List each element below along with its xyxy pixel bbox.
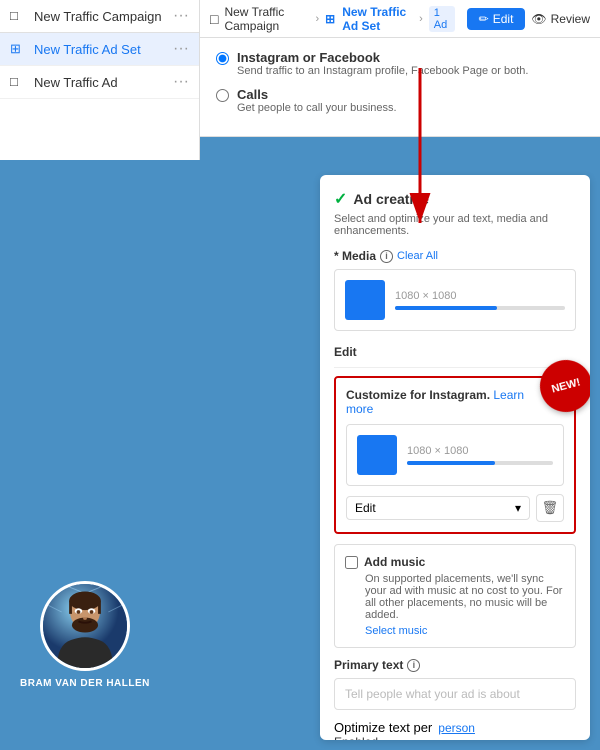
sidebar-adset-label: New Traffic Ad Set [34, 42, 141, 57]
campaign-more-button[interactable]: ··· [173, 8, 189, 24]
media-thumbnail [345, 280, 385, 320]
optimize-row: Optimize text per person [334, 720, 576, 735]
customize-media-thumbnail [357, 435, 397, 475]
optimize-section: Optimize text per person Enabled [334, 720, 576, 740]
optimize-person-link[interactable]: person [438, 721, 475, 735]
instagram-radio-option[interactable]: Instagram or Facebook Send traffic to an… [216, 50, 584, 77]
main-content: BRAM VAN DER HALLEN ✓ Ad creative Select… [0, 160, 600, 750]
breadcrumb-adset: ⊞ New Traffic Ad Set [325, 5, 413, 33]
primary-text-info-icon: i [407, 659, 420, 672]
instagram-radio[interactable] [216, 52, 229, 65]
customize-title: Customize for Instagram. Learn more [346, 388, 554, 416]
media-edit-link[interactable]: Edit [334, 345, 357, 359]
avatar-name: BRAM VAN DER HALLEN [20, 677, 150, 690]
sidebar-item-campaign[interactable]: □ New Traffic Campaign ··· [0, 0, 199, 33]
customize-media-dimensions: 1080 × 1080 [407, 445, 553, 457]
breadcrumb-icon: □ [210, 11, 218, 27]
avatar-face [43, 584, 127, 668]
media-info: 1080 × 1080 [395, 290, 565, 310]
ad-more-button[interactable]: ··· [173, 74, 189, 90]
divider-1 [334, 367, 576, 368]
campaign-icon: □ [10, 8, 26, 24]
sidebar-item-adset[interactable]: ⊞ New Traffic Ad Set ··· [0, 33, 199, 66]
avatar-silhouette-svg [43, 581, 127, 671]
select-music-link[interactable]: Select music [345, 625, 565, 637]
calls-radio-option[interactable]: Calls Get people to call your business. [216, 87, 584, 114]
add-music-row: Add music [345, 555, 565, 569]
instagram-radio-label: Instagram or Facebook [237, 50, 528, 65]
add-music-label[interactable]: Add music [364, 555, 425, 569]
breadcrumb-campaign: New Traffic Campaign [224, 5, 309, 33]
customize-instagram-section: NEW! Customize for Instagram. Learn more… [334, 376, 576, 534]
avatar-container: BRAM VAN DER HALLEN [20, 581, 150, 690]
sidebar-ad-label: New Traffic Ad [34, 75, 118, 90]
adset-icon-breadcrumb: ⊞ [325, 12, 335, 26]
media-action-row: Edit ▾ 🗑 [346, 494, 564, 522]
breadcrumb-arrow-2: › [419, 13, 423, 25]
card-section-desc: Select and optimize your ad text, media … [334, 213, 576, 237]
calls-radio-label: Calls [237, 87, 397, 102]
customize-media-box: 1080 × 1080 [346, 424, 564, 486]
calls-radio[interactable] [216, 89, 229, 102]
customize-header: Customize for Instagram. Learn more ∧ [346, 388, 564, 416]
primary-text-label: Primary text i [334, 658, 576, 672]
media-dimensions: 1080 × 1080 [395, 290, 565, 302]
instagram-radio-desc: Send traffic to an Instagram profile, Fa… [237, 65, 528, 77]
trash-icon: 🗑 [542, 500, 559, 516]
music-description: On supported placements, we'll sync your… [345, 573, 565, 621]
media-box: 1080 × 1080 [334, 269, 576, 331]
breadcrumb-arrow-1: › [315, 13, 319, 25]
clear-all-button[interactable]: Clear All [397, 250, 438, 262]
customize-progress-fill [407, 461, 495, 465]
customize-media-info: 1080 × 1080 [407, 445, 553, 465]
calls-radio-desc: Get people to call your business. [237, 102, 397, 114]
edit-button[interactable]: ✏ Edit [467, 8, 526, 30]
card-section-title: ✓ Ad creative [334, 189, 576, 209]
media-progress-bar [395, 306, 565, 310]
adset-icon: ⊞ [10, 41, 26, 57]
sidebar-campaign-label: New Traffic Campaign [34, 9, 162, 24]
sidebar-item-ad[interactable]: □ New Traffic Ad ··· [0, 66, 199, 99]
trash-button[interactable]: 🗑 [536, 494, 564, 522]
eye-icon: 👁 [531, 12, 546, 26]
optimize-enabled-text: Enabled [334, 735, 576, 740]
avatar-image [40, 581, 130, 671]
check-icon: ✓ [334, 189, 347, 209]
add-music-section: Add music On supported placements, we'll… [334, 544, 576, 648]
pencil-icon: ✏ [479, 12, 489, 26]
primary-text-input[interactable]: Tell people what your ad is about [334, 678, 576, 710]
optimize-text-label: Optimize text per [334, 720, 432, 735]
customize-progress-bar [407, 461, 553, 465]
dropdown-chevron: ▾ [515, 501, 521, 515]
ad-count-badge: 1 Ad [429, 6, 455, 32]
media-progress-fill [395, 306, 497, 310]
ad-creative-card: ✓ Ad creative Select and optimize your a… [320, 175, 590, 740]
media-info-icon: i [380, 250, 393, 263]
primary-text-section: Primary text i Tell people what your ad … [334, 658, 576, 710]
edit-dropdown[interactable]: Edit ▾ [346, 496, 530, 520]
top-bar: □ New Traffic Campaign › ⊞ New Traffic A… [200, 0, 600, 38]
ad-icon: □ [10, 74, 26, 90]
media-field-label: * Media i Clear All [334, 249, 576, 263]
adset-more-button[interactable]: ··· [173, 41, 189, 57]
right-panel-options: Instagram or Facebook Send traffic to an… [200, 38, 600, 137]
add-music-checkbox[interactable] [345, 556, 358, 569]
review-button[interactable]: 👁 Review [531, 12, 590, 26]
